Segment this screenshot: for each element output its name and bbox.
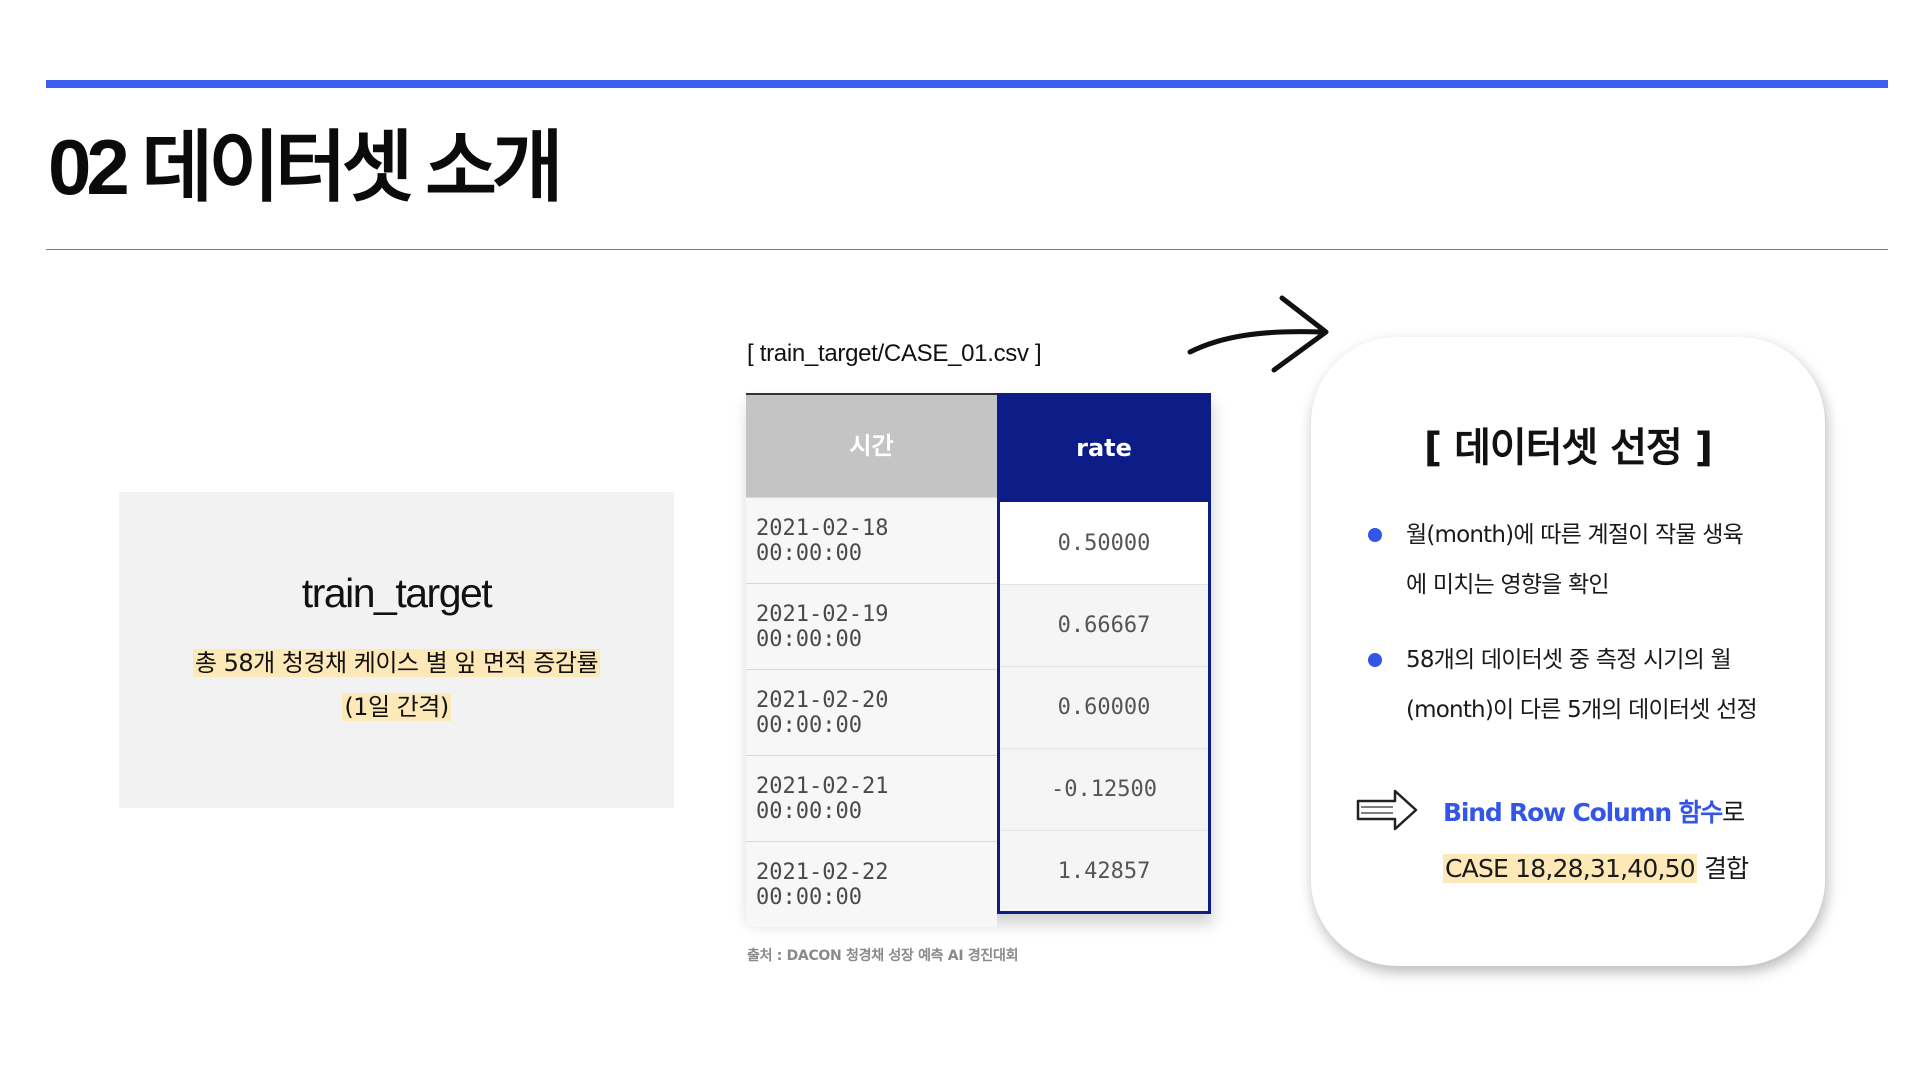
cases-suffix: 결합 (1696, 854, 1749, 883)
time-column-header: 시간 (746, 395, 997, 497)
source-caption: 출처 : DACON 청경채 성장 예측 AI 경진대회 (747, 948, 1019, 964)
desc-line-1: 총 58개 청경채 케이스 별 잎 면적 증감률 (192, 649, 601, 677)
table-cell-time: 2021-02-20 00:00:00 (746, 669, 997, 755)
selected-cases: CASE 18,28,31,40,50 (1443, 854, 1697, 883)
title-divider (46, 249, 1888, 250)
top-accent-rule (46, 80, 1888, 88)
table-cell-rate: 1.42857 (1000, 830, 1208, 912)
bullet-item-2: 58개의 데이터셋 중 측정 시기의 월 (month)이 다른 5개의 데이터… (1406, 635, 1796, 735)
rate-column-header: rate (997, 393, 1211, 502)
dataset-selection-card: [ 데이터셋 선정 ] 월(month)에 따른 계절이 작물 생육 에 미치는… (1311, 337, 1825, 966)
train-target-card: train_target 총 58개 청경채 케이스 별 잎 면적 증감률 (1… (119, 492, 674, 808)
bullet-item-1: 월(month)에 따른 계절이 작물 생육 에 미치는 영향을 확인 (1406, 510, 1796, 610)
bind-function-name: Bind Row Column 함수 (1443, 798, 1723, 827)
table-cell-time: 2021-02-18 00:00:00 (746, 497, 997, 583)
table-cell-rate: 0.66667 (1000, 584, 1208, 666)
hollow-arrow-icon (1356, 789, 1418, 831)
bind-note: Bind Row Column 함수로 CASE 18,28,31,40,50 … (1443, 785, 1803, 897)
csv-file-label: [ train_target/CASE_01.csv ] (747, 340, 1042, 367)
desc-line-2: (1일 간격) (342, 693, 451, 721)
table-cell-time: 2021-02-19 00:00:00 (746, 583, 997, 669)
csv-preview-table: 시간 2021-02-18 00:00:00 2021-02-19 00:00:… (746, 393, 1211, 927)
rate-column: rate 0.50000 0.66667 0.60000 -0.12500 1.… (997, 393, 1211, 914)
selection-title: [ 데이터셋 선정 ] (1423, 425, 1713, 471)
train-target-description: 총 58개 청경채 케이스 별 잎 면적 증감률 (1일 간격) (119, 641, 674, 729)
time-column: 시간 2021-02-18 00:00:00 2021-02-19 00:00:… (746, 393, 997, 927)
table-cell-time: 2021-02-22 00:00:00 (746, 841, 997, 927)
train-target-title: train_target (301, 570, 493, 616)
bullet-1-line-2: 에 미치는 영향을 확인 (1406, 572, 1610, 598)
table-cell-rate: -0.12500 (1000, 748, 1208, 830)
bind-suffix: 로 (1722, 798, 1745, 827)
curved-arrow-icon (1187, 295, 1329, 373)
table-cell-rate: 0.50000 (1000, 502, 1208, 584)
page-title: 02 데이터셋 소개 (48, 123, 564, 211)
bullet-2-line-2: (month)이 다른 5개의 데이터셋 선정 (1406, 697, 1758, 723)
table-cell-time: 2021-02-21 00:00:00 (746, 755, 997, 841)
bullet-1-line-1: 월(month)에 따른 계절이 작물 생육 (1406, 522, 1744, 548)
table-cell-rate: 0.60000 (1000, 666, 1208, 748)
bullet-2-line-1: 58개의 데이터셋 중 측정 시기의 월 (1406, 647, 1732, 673)
bullet-dot (1368, 528, 1382, 542)
bullet-dot (1368, 653, 1382, 667)
